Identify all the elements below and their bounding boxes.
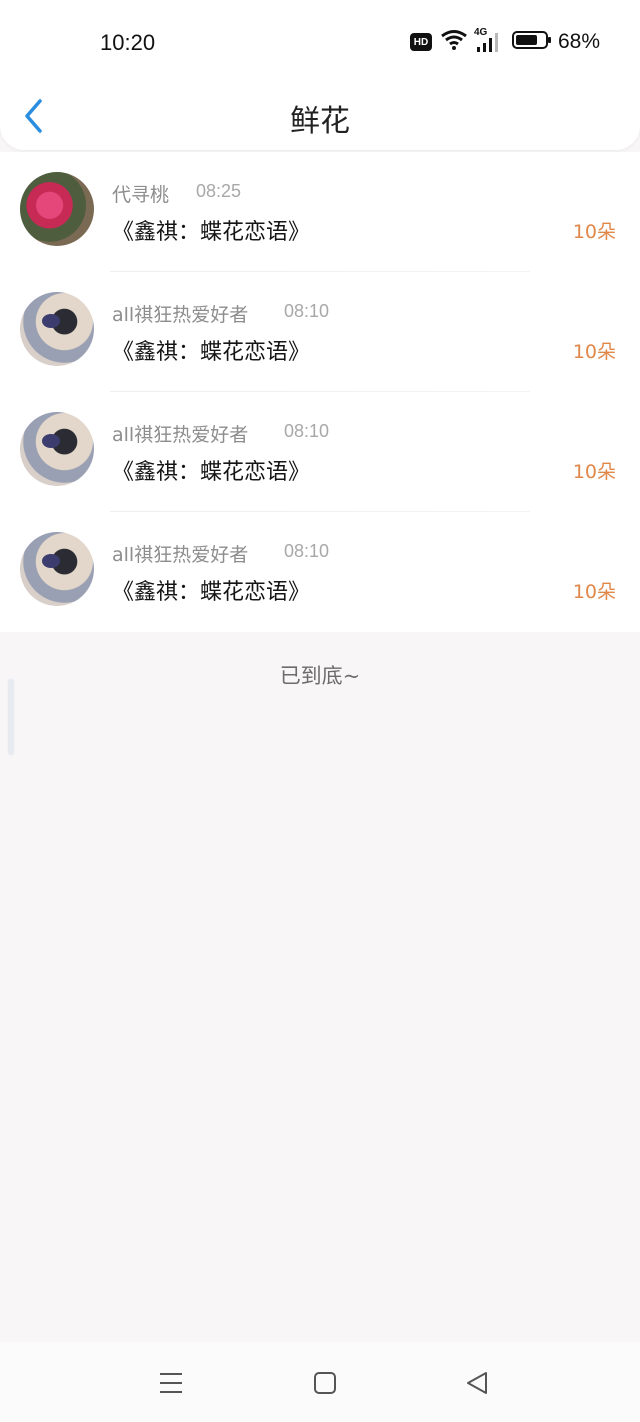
sender-name: all祺狂热爱好者 <box>112 304 249 326</box>
gift-count: 10朵 <box>572 461 616 483</box>
send-time: 08:10 <box>284 541 330 561</box>
status-time: 10:20 <box>100 30 156 55</box>
gift-count: 10朵 <box>572 341 616 363</box>
back-nav-button[interactable] <box>464 1370 490 1396</box>
gift-name: 《鑫祺：蝶花恋语》 <box>112 580 311 605</box>
avatar[interactable] <box>20 292 94 366</box>
list-item[interactable]: all祺狂热爱好者 08:10 《鑫祺：蝶花恋语》 10朵 <box>0 392 640 512</box>
wifi-icon <box>440 29 468 55</box>
battery-icon <box>511 30 552 54</box>
menu-button[interactable] <box>158 1370 184 1396</box>
list-item[interactable]: 代寻桃 08:25 《鑫祺：蝶花恋语》 10朵 <box>0 152 640 272</box>
gift-name: 《鑫祺：蝶花恋语》 <box>112 460 311 485</box>
gift-count: 10朵 <box>572 581 616 603</box>
end-of-list-text: 已到底~ <box>279 664 361 688</box>
send-time: 08:10 <box>284 421 330 441</box>
list-item[interactable]: all祺狂热爱好者 08:10 《鑫祺：蝶花恋语》 10朵 <box>0 272 640 392</box>
avatar[interactable] <box>20 172 94 246</box>
avatar[interactable] <box>20 412 94 486</box>
sender-name: all祺狂热爱好者 <box>112 424 249 446</box>
send-time: 08:25 <box>196 181 242 201</box>
status-icons: HD 4G 68% <box>409 27 600 56</box>
sender-name: 代寻桃 <box>112 184 170 206</box>
avatar[interactable] <box>20 532 94 606</box>
sender-name: all祺狂热爱好者 <box>112 544 249 566</box>
gift-count: 10朵 <box>572 221 616 243</box>
battery-percent: 68% <box>557 30 600 53</box>
signal-icon: 4G <box>474 27 504 53</box>
home-square-icon <box>314 1372 336 1394</box>
system-nav-bar <box>0 1342 640 1422</box>
back-triangle-icon <box>467 1372 487 1394</box>
header: 10:20 HD 4G 68% 鲜花 <box>0 0 640 150</box>
page-title: 鲜花 <box>290 104 350 139</box>
gift-record-list: 代寻桃 08:25 《鑫祺：蝶花恋语》 10朵 all祺狂热爱好者 08:10 … <box>0 152 640 632</box>
send-time: 08:10 <box>284 301 330 321</box>
menu-icon <box>160 1373 182 1393</box>
gift-name: 《鑫祺：蝶花恋语》 <box>112 340 311 365</box>
home-button[interactable] <box>312 1370 338 1396</box>
list-item[interactable]: all祺狂热爱好者 08:10 《鑫祺：蝶花恋语》 10朵 <box>0 512 640 632</box>
gift-name: 《鑫祺：蝶花恋语》 <box>112 220 311 245</box>
hd-badge: HD <box>409 33 432 51</box>
